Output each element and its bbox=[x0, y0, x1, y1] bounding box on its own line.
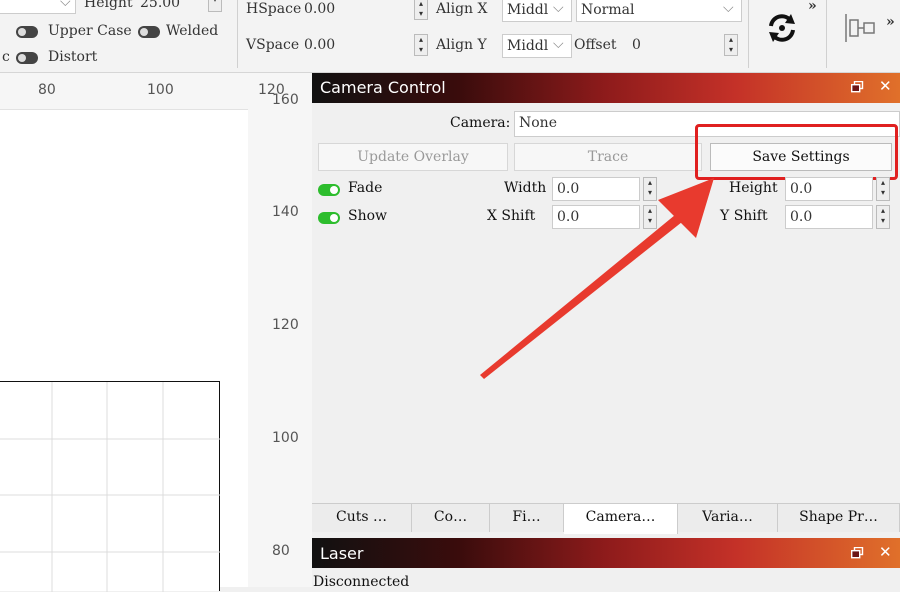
restore-window-icon[interactable] bbox=[850, 546, 864, 559]
y-shift-stepper[interactable]: ▴ ▾ bbox=[876, 205, 890, 229]
align-x-label: Align X bbox=[436, 1, 488, 17]
more-icon[interactable]: » bbox=[808, 0, 817, 14]
chevron-down-icon[interactable]: ⌵ bbox=[723, 0, 734, 16]
hspace-value[interactable]: 0.00 bbox=[304, 1, 335, 17]
tab-files[interactable]: Fi… bbox=[490, 504, 564, 532]
height-label: Height bbox=[84, 0, 133, 11]
upper-case-label: Upper Case bbox=[48, 23, 132, 39]
panel-tab-bar: Cuts … Co… Fi… Camera… Varia… Shape Pr… bbox=[312, 503, 900, 534]
y-shift-input[interactable]: 0.0 bbox=[785, 205, 873, 229]
sync-icon[interactable] bbox=[764, 10, 800, 46]
close-icon[interactable]: ✕ bbox=[879, 77, 892, 95]
chevron-down-icon[interactable]: ⌵ bbox=[553, 0, 564, 16]
left-fragment-text: c bbox=[2, 49, 10, 65]
height-stepper[interactable]: ▾ bbox=[208, 0, 222, 12]
align-icon[interactable] bbox=[842, 12, 878, 44]
toolbar-divider bbox=[826, 0, 827, 68]
tab-camera[interactable]: Camera… bbox=[564, 504, 678, 534]
fade-label: Fade bbox=[348, 180, 383, 196]
hspace-stepper[interactable]: ▴ ▾ bbox=[414, 0, 428, 20]
camera-label: Camera: bbox=[450, 115, 511, 131]
upper-case-toggle-icon[interactable] bbox=[16, 24, 38, 40]
more-icon[interactable]: » bbox=[886, 14, 895, 30]
fade-toggle-icon[interactable] bbox=[318, 182, 340, 198]
laser-panel-title: Laser bbox=[320, 544, 364, 563]
align-y-label: Align Y bbox=[436, 37, 487, 53]
offset-stepper[interactable]: ▴ ▾ bbox=[724, 34, 738, 56]
ruler-tick-label: 80 bbox=[272, 543, 290, 559]
work-area-grid[interactable] bbox=[0, 381, 220, 592]
mode-select[interactable]: Normal bbox=[576, 0, 742, 22]
height-input[interactable]: 0.0 bbox=[785, 177, 873, 201]
chevron-down-icon[interactable]: ⌵ bbox=[553, 36, 564, 52]
toolbar-divider bbox=[748, 0, 749, 68]
tab-colors[interactable]: Co… bbox=[412, 504, 490, 532]
chevron-down-icon[interactable]: ⌵ bbox=[60, 0, 71, 10]
tab-variables[interactable]: Varia… bbox=[678, 504, 778, 532]
toolbar-divider bbox=[237, 0, 238, 68]
hspace-label: HSpace bbox=[246, 1, 302, 17]
ruler-tick-label: 100 bbox=[147, 82, 174, 98]
ruler-tick-label: 160 bbox=[272, 92, 299, 108]
offset-label: Offset bbox=[574, 37, 617, 53]
show-toggle-icon[interactable] bbox=[318, 210, 340, 226]
distort-toggle-icon[interactable] bbox=[16, 50, 38, 66]
welded-label: Welded bbox=[166, 23, 219, 39]
tab-cuts[interactable]: Cuts … bbox=[312, 504, 412, 532]
vspace-value[interactable]: 0.00 bbox=[304, 37, 335, 53]
height-stepper[interactable]: ▴ ▾ bbox=[876, 177, 890, 201]
distort-label: Distort bbox=[48, 49, 98, 65]
height-value[interactable]: 25.00 bbox=[140, 0, 180, 11]
height-label: Height bbox=[729, 180, 778, 196]
ruler-tick-label: 140 bbox=[272, 204, 299, 220]
panel-title: Camera Control bbox=[320, 78, 446, 97]
show-label: Show bbox=[348, 208, 388, 224]
restore-window-icon[interactable] bbox=[850, 80, 864, 93]
ruler-tick-label: 120 bbox=[272, 317, 299, 333]
ruler-tick-label: 80 bbox=[38, 82, 56, 98]
ruler-tick-label: 100 bbox=[272, 430, 299, 446]
vspace-label: VSpace bbox=[246, 37, 300, 53]
tab-shape-properties[interactable]: Shape Pr… bbox=[778, 504, 900, 532]
offset-value[interactable]: 0 bbox=[632, 37, 641, 53]
annotation-arrow bbox=[480, 178, 714, 379]
welded-toggle-icon[interactable] bbox=[138, 24, 160, 40]
close-icon[interactable]: ✕ bbox=[879, 543, 892, 561]
laser-panel-header bbox=[312, 538, 900, 568]
laser-status: Disconnected bbox=[313, 574, 410, 590]
vspace-stepper[interactable]: ▴ ▾ bbox=[414, 34, 428, 56]
